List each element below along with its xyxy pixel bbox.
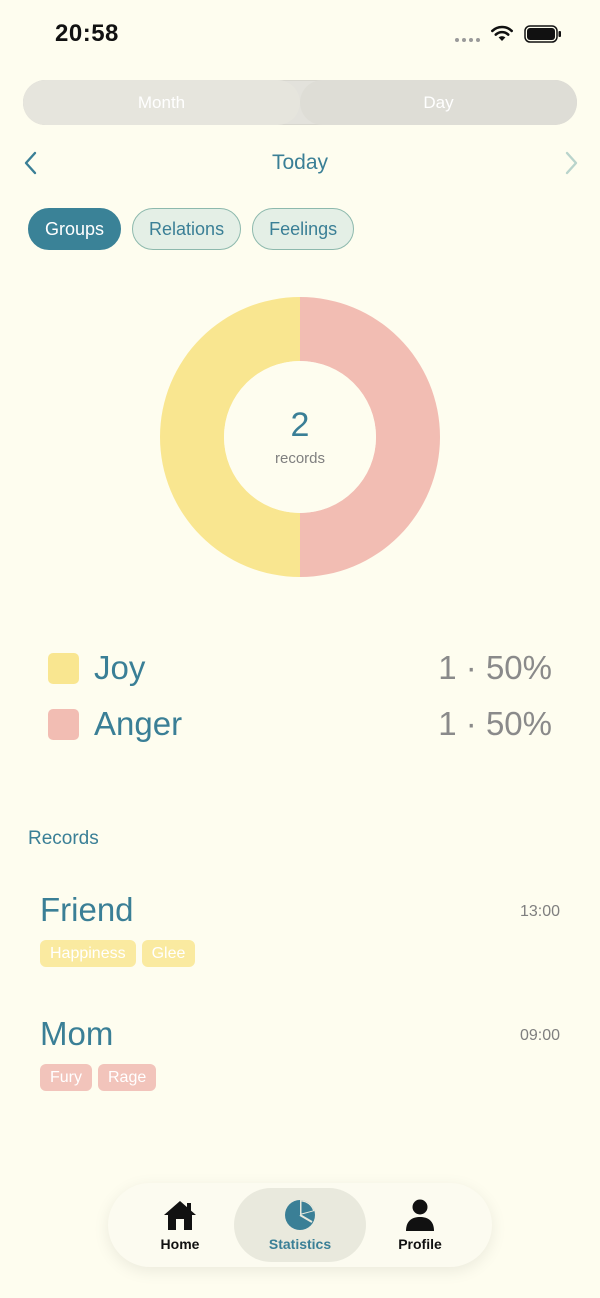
date-label: Today bbox=[271, 151, 329, 174]
chevron-right-icon[interactable] bbox=[560, 150, 582, 176]
period-segmented-control: Month Day bbox=[23, 80, 577, 125]
tab-label: Home bbox=[160, 1236, 200, 1252]
feeling-tag: Rage bbox=[98, 1064, 157, 1091]
tab-statistics[interactable]: Statistics bbox=[234, 1188, 366, 1262]
legend-value: 1 · 50% bbox=[438, 705, 552, 742]
home-icon bbox=[164, 1201, 196, 1230]
record-tags: Fury Rage bbox=[40, 1064, 560, 1091]
tab-home[interactable]: Home bbox=[114, 1188, 246, 1262]
chip-relations[interactable]: Relations bbox=[132, 208, 242, 250]
record-item[interactable]: Mom 09:00 Fury Rage bbox=[40, 1017, 560, 1097]
records-section-title: Records bbox=[28, 828, 99, 849]
legend-name: Anger bbox=[94, 705, 183, 742]
record-item[interactable]: Friend 13:00 Happiness Glee bbox=[40, 893, 560, 973]
tab-profile[interactable]: Profile bbox=[354, 1188, 486, 1262]
legend-value: 1 · 50% bbox=[438, 649, 552, 686]
legend-item-joy[interactable]: Joy 1 · 50% bbox=[48, 640, 552, 696]
date-navigation: Today bbox=[0, 140, 600, 186]
legend-swatch bbox=[48, 708, 79, 740]
segment-month[interactable]: Month bbox=[23, 80, 300, 125]
record-time: 13:00 bbox=[519, 903, 560, 920]
record-title: Mom bbox=[40, 1015, 114, 1052]
filter-chips: Groups Relations Feelings bbox=[28, 208, 355, 250]
battery-icon bbox=[524, 25, 561, 43]
records-count: 2 bbox=[290, 405, 310, 444]
legend-item-anger[interactable]: Anger 1 · 50% bbox=[48, 696, 552, 752]
legend-swatch bbox=[48, 652, 79, 684]
legend-name: Joy bbox=[94, 649, 146, 686]
person-icon bbox=[406, 1199, 434, 1231]
segment-day[interactable]: Day bbox=[300, 80, 577, 125]
record-time: 09:00 bbox=[519, 1027, 560, 1044]
record-title: Friend bbox=[40, 891, 134, 928]
feeling-tag: Happiness bbox=[40, 940, 136, 967]
tab-label: Profile bbox=[398, 1236, 442, 1252]
signal-icon bbox=[455, 38, 480, 42]
feeling-tag: Glee bbox=[141, 940, 196, 967]
record-tags: Happiness Glee bbox=[40, 940, 560, 967]
status-time: 20:58 bbox=[55, 20, 119, 47]
bottom-tab-bar: Home Statistics Profile bbox=[108, 1183, 492, 1267]
chart-legend: Joy 1 · 50% Anger 1 · 50% bbox=[48, 640, 552, 752]
wifi-icon bbox=[491, 25, 513, 41]
chip-feelings[interactable]: Feelings bbox=[252, 208, 355, 250]
status-bar: 20:58 bbox=[0, 0, 600, 70]
feeling-tag: Fury bbox=[40, 1064, 92, 1091]
pie-chart-icon bbox=[285, 1199, 315, 1230]
records-unit: records bbox=[274, 449, 326, 467]
donut-center: 2 records bbox=[160, 297, 440, 577]
tab-label: Statistics bbox=[268, 1236, 332, 1252]
chip-groups[interactable]: Groups bbox=[28, 208, 122, 250]
